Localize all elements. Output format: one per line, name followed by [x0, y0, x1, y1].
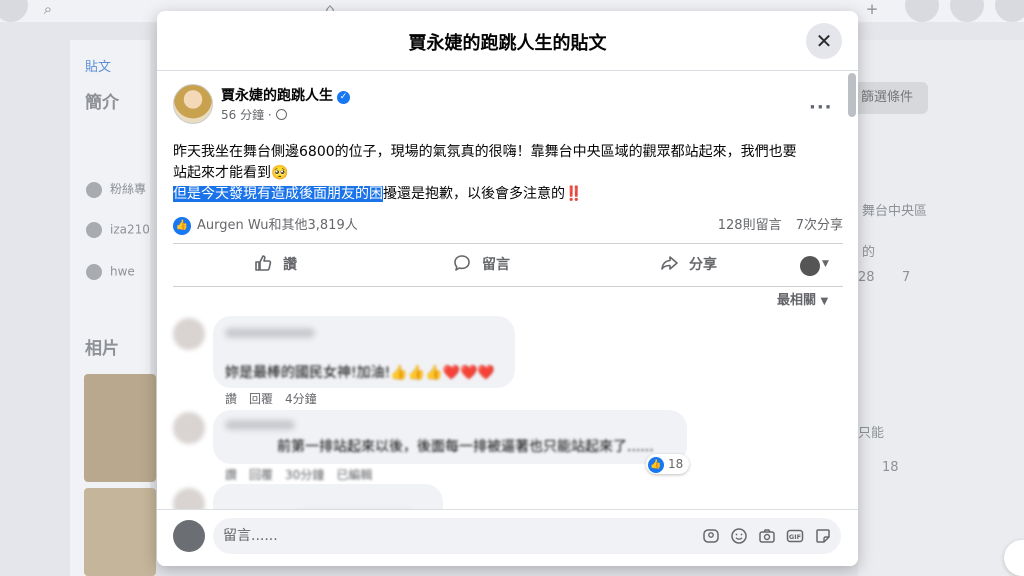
photo-thumbnail	[84, 374, 156, 482]
commenter-avatar[interactable]	[173, 318, 205, 350]
post-text-line: 站起來才能看到🥺	[173, 165, 289, 181]
comment-text: 妳是最棒的國民女神!加油!👍👍👍❤️❤️❤️	[225, 365, 495, 381]
intro-heading: 簡介	[85, 93, 119, 113]
search-icon: ⌕	[43, 0, 53, 18]
react-as-avatar[interactable]	[800, 256, 820, 276]
comment-reaction-count[interactable]: 👍 18	[646, 454, 690, 474]
commenter-avatar[interactable]	[173, 488, 205, 509]
comment-box: GIF	[213, 518, 841, 554]
comment-text: 前第一排站起來以後，後面每一排被逼著也只能站起來了......	[277, 439, 654, 455]
comment-actions: 讚回覆 4分鐘	[225, 390, 329, 407]
background-reaction-count: 18	[882, 460, 899, 475]
intro-row-page: 粉絲專	[86, 180, 146, 198]
notifications-icon	[950, 0, 984, 22]
caret-down-icon: ▼	[820, 296, 829, 307]
modal-title: 賈永婕的跑跳人生的貼文	[408, 33, 607, 54]
photos-heading: 相片	[85, 339, 119, 359]
facebook-logo-icon	[0, 0, 28, 22]
like-reaction-icon: 👍	[173, 216, 191, 235]
post-modal: 賈永婕的跑跳人生的貼文 ✕ 賈永婕的跑跳人生 ✓ 56 分鐘 · ··· 昨天我坐…	[157, 11, 858, 566]
avatar-sticker-icon[interactable]	[702, 527, 720, 545]
comment-like-link[interactable]: 讚	[225, 468, 237, 482]
post-text-line: 但是今天發現有造成後面朋友的困擾還是抱歉，以後會多注意的‼️	[173, 186, 583, 202]
post-timestamp[interactable]: 56 分鐘 ·	[221, 106, 287, 123]
emoji-icon[interactable]	[730, 527, 748, 545]
post-scroll-area[interactable]: 賈永婕的跑跳人生 ✓ 56 分鐘 · ··· 昨天我坐在舞台側邊6800的位子，現…	[157, 72, 858, 509]
like-button[interactable]: 讚	[253, 244, 297, 286]
comment-time[interactable]: 30分鐘	[285, 468, 324, 482]
commenter-name-blurred[interactable]	[225, 328, 315, 338]
author-name[interactable]: 賈永婕的跑跳人生 ✓	[221, 85, 350, 105]
comment-icon	[454, 255, 470, 271]
background-post-snippet: 舞台中央區	[862, 204, 928, 219]
background-post-snippet: 的	[862, 245, 876, 260]
reactions-summary[interactable]: Aurgen Wu和其他3,819人	[197, 218, 358, 233]
filter-button: 篩選條件	[846, 82, 928, 114]
svg-text:GIF: GIF	[789, 533, 801, 541]
plus-icon: +	[865, 0, 879, 18]
verified-badge-icon: ✓	[337, 91, 350, 104]
comment-bubble	[213, 484, 443, 509]
tab-posts: 貼文	[85, 60, 112, 75]
comment-sort-dropdown[interactable]: 最相關 ▼	[777, 289, 828, 308]
comment-reply-link[interactable]: 回覆	[249, 392, 273, 406]
selected-text: 但是今天發現有造成後面朋友的困	[173, 186, 383, 202]
share-button[interactable]: 分享	[659, 244, 717, 286]
intro-row-website: hwe	[86, 264, 135, 280]
comment-composer: GIF	[157, 509, 858, 566]
background-share-count: 7	[902, 270, 911, 285]
caret-down-icon[interactable]: ▼	[822, 259, 829, 269]
close-icon: ✕	[815, 29, 833, 53]
comment-button[interactable]: 留言	[452, 244, 510, 286]
close-button[interactable]: ✕	[806, 23, 842, 59]
shares-count[interactable]: 7次分享	[796, 218, 843, 233]
post-stats: 👍 Aurgen Wu和其他3,819人 128則留言 7次分享	[173, 214, 843, 235]
post-action-bar: 讚 留言 分享 ▼	[173, 243, 843, 287]
info-icon	[86, 181, 102, 198]
comment-reply-link[interactable]: 回覆	[249, 468, 273, 482]
gif-icon[interactable]: GIF	[786, 527, 804, 545]
profile-avatar	[995, 0, 1024, 22]
comment-input[interactable]	[223, 518, 683, 554]
right-feed-column	[858, 40, 1024, 576]
commenter-avatar[interactable]	[173, 412, 205, 444]
comments-count[interactable]: 128則留言	[718, 218, 782, 233]
scrollbar[interactable]	[848, 73, 856, 117]
thumbs-up-icon	[255, 255, 272, 271]
commenter-name-blurred[interactable]	[225, 420, 295, 430]
post-options-button[interactable]: ···	[809, 97, 833, 118]
post-text-line: 昨天我坐在舞台側邊6800的位子，現場的氣氛真的很嗨！靠舞台中央區域的觀眾都站起…	[173, 144, 797, 160]
globe-icon	[275, 109, 287, 120]
modal-header: 賈永婕的跑跳人生的貼文 ✕	[157, 11, 858, 71]
sticker-icon[interactable]	[814, 527, 832, 545]
background-comment-snippet: 只能	[858, 426, 885, 441]
camera-icon[interactable]	[758, 527, 776, 545]
post-text: 昨天我坐在舞台側邊6800的位子，現場的氣氛真的很嗨！靠舞台中央區域的觀眾都站起…	[173, 142, 843, 205]
background-comment-count: 28	[858, 270, 875, 285]
comment-like-link[interactable]: 讚	[225, 392, 237, 406]
like-reaction-icon: 👍	[648, 456, 664, 473]
globe-icon	[86, 264, 102, 280]
teary-emoji-icon: 🥺	[271, 165, 289, 181]
current-user-avatar[interactable]	[173, 520, 205, 552]
author-avatar[interactable]	[173, 84, 213, 124]
photo-thumbnail	[84, 488, 156, 576]
intro-row-email: iza210	[86, 222, 150, 238]
mail-icon	[86, 222, 102, 238]
comment-actions: 讚回覆 30分鐘 已編輯	[225, 466, 384, 483]
comment-edited-label: 已編輯	[336, 468, 373, 482]
comment-time[interactable]: 4分鐘	[285, 392, 317, 406]
messenger-icon	[905, 0, 939, 22]
share-icon	[661, 256, 678, 270]
double-exclamation-icon: ‼️	[565, 186, 583, 202]
